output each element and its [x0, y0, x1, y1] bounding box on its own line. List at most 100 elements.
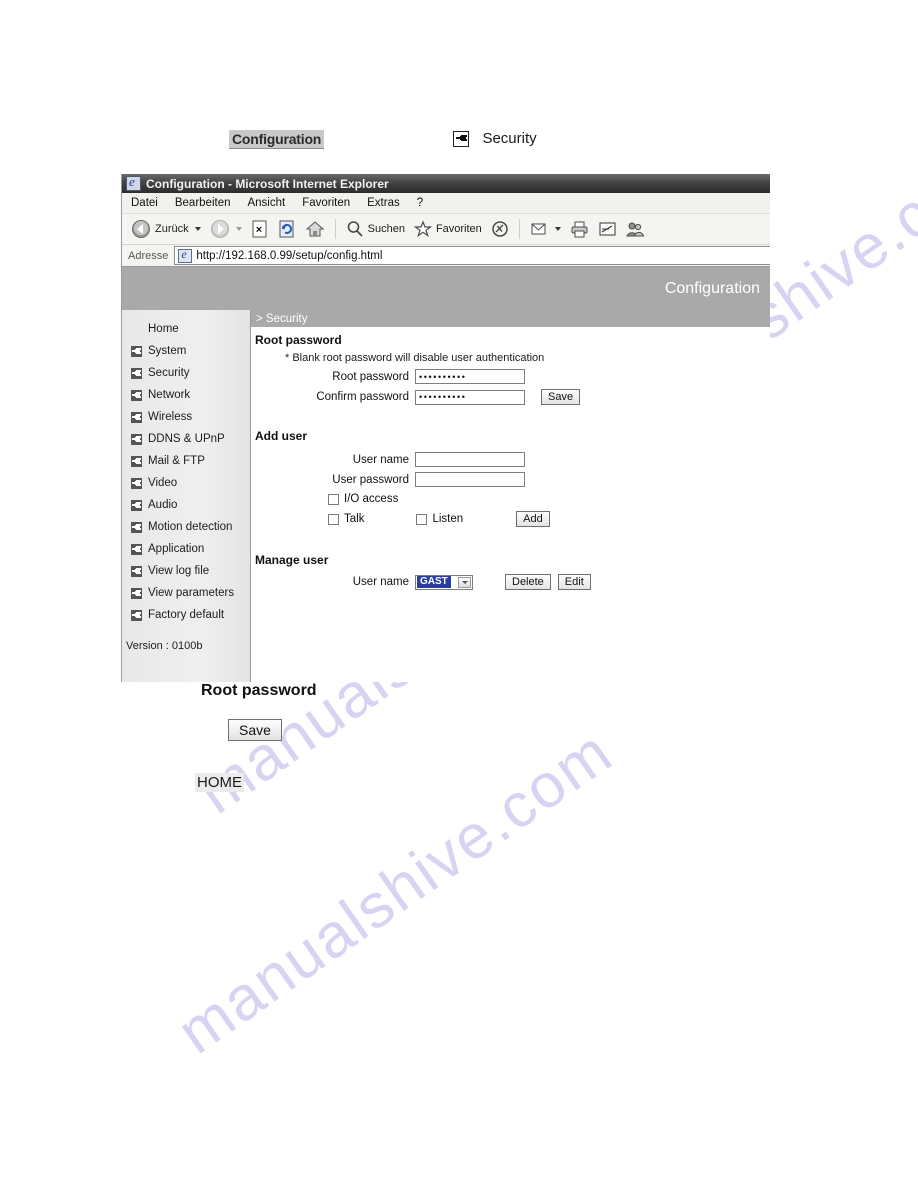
refresh-button[interactable]: [275, 219, 299, 239]
sidebar-item-label: View parameters: [148, 587, 235, 599]
sidebar-item-label: Motion detection: [148, 521, 233, 533]
sidebar-item-factory-default[interactable]: Factory default: [122, 604, 250, 626]
sidebar-item-application[interactable]: Application: [122, 538, 250, 560]
breadcrumb-label: > Security: [256, 312, 308, 325]
add-user-password-row: User password: [251, 472, 770, 487]
manage-user-row: User name GAST Delete Edit: [251, 574, 770, 590]
edit-icon: [599, 222, 616, 236]
add-user-name-label: User name: [352, 453, 409, 466]
add-user-password-label: User password: [332, 473, 409, 486]
menu-item-extras[interactable]: Extras: [367, 197, 400, 209]
arrow-right-icon: [131, 499, 142, 511]
stop-icon: ×: [252, 220, 267, 238]
stop-button[interactable]: ×: [248, 219, 272, 239]
sidebar-item-label: Video: [148, 477, 178, 489]
manage-user-name-label: User name: [352, 576, 409, 588]
menu-item-bearbeiten[interactable]: Bearbeiten: [175, 197, 231, 209]
menu-item-ansicht[interactable]: Ansicht: [247, 197, 285, 209]
browser-menubar: Datei Bearbeiten Ansicht Favoriten Extra…: [122, 193, 770, 214]
favorites-button[interactable]: Favoriten: [411, 219, 485, 239]
sidebar-item-label: Wireless: [148, 411, 193, 423]
sidebar-item-motion-detection[interactable]: Motion detection: [122, 516, 250, 538]
menu-item-datei[interactable]: Datei: [131, 197, 158, 209]
root-password-heading: Root password: [255, 333, 342, 347]
save-root-password-button[interactable]: Save: [541, 389, 581, 405]
below-root-password-heading: Root password: [201, 682, 317, 699]
add-user-name-input[interactable]: [415, 452, 525, 467]
sidebar-item-audio[interactable]: Audio: [122, 494, 250, 516]
sidebar-item-system[interactable]: System: [122, 340, 250, 362]
talk-checkbox[interactable]: [328, 513, 339, 525]
arrow-right-icon: [131, 565, 142, 577]
sidebar-item-wireless[interactable]: Wireless: [122, 406, 250, 428]
arrow-right-icon: [131, 389, 142, 401]
print-button[interactable]: [567, 220, 592, 239]
search-button[interactable]: Suchen: [343, 219, 408, 239]
add-user-heading: Add user: [255, 429, 308, 443]
media-button[interactable]: [488, 219, 512, 239]
back-button[interactable]: Zurück: [128, 218, 204, 240]
sidebar-item-mail-ftp[interactable]: Mail & FTP: [122, 450, 250, 472]
menu-item-favoriten[interactable]: Favoriten: [302, 197, 350, 209]
annotation-security-link: Security: [453, 130, 537, 148]
home-icon: [305, 221, 324, 237]
add-user-button[interactable]: Add: [516, 511, 550, 527]
manage-user-heading: Manage user: [255, 553, 329, 567]
svg-text:×: ×: [255, 224, 261, 236]
edit-user-button[interactable]: Edit: [557, 574, 591, 590]
messenger-icon: [626, 222, 644, 236]
arrow-right-icon: [453, 130, 469, 147]
browser-addressbar: Adresse http://192.168.0.99/setup/config…: [122, 245, 770, 267]
chevron-down-icon[interactable]: [554, 227, 561, 231]
configuration-highlight-label: Configuration: [229, 130, 325, 149]
arrow-right-icon: [131, 609, 142, 621]
sidebar-item-label: View log file: [148, 565, 210, 577]
security-annotation-label: Security: [482, 130, 537, 148]
arrow-right-icon: [131, 521, 142, 533]
sidebar-item-ddns-upnp[interactable]: DDNS & UPnP: [122, 428, 250, 450]
manage-user-select[interactable]: GAST: [415, 574, 473, 590]
favorites-button-label: Favoriten: [435, 223, 482, 235]
menu-item-help[interactable]: ?: [417, 197, 423, 209]
page-title: Configuration: [664, 279, 760, 297]
forward-button[interactable]: [207, 218, 245, 240]
chevron-down-icon[interactable]: [194, 227, 201, 231]
listen-checkbox[interactable]: [416, 513, 428, 525]
sidebar-item-label: DDNS & UPnP: [148, 433, 225, 445]
below-save-button[interactable]: Save: [228, 719, 282, 741]
address-label: Adresse: [128, 249, 169, 262]
sidebar-item-home[interactable]: Home: [122, 318, 250, 340]
messenger-button[interactable]: [623, 220, 648, 239]
add-user-name-row: User name: [251, 452, 770, 467]
add-user-password-input[interactable]: [415, 472, 525, 487]
root-password-input[interactable]: ••••••••••: [415, 369, 525, 384]
chevron-down-icon[interactable]: [235, 227, 242, 231]
address-input[interactable]: http://192.168.0.99/setup/config.html: [174, 246, 770, 265]
mail-button[interactable]: [527, 220, 564, 238]
sidebar-item-view-log-file[interactable]: View log file: [122, 560, 250, 582]
confirm-password-input[interactable]: ••••••••••: [415, 389, 525, 405]
listen-label: Listen: [432, 513, 464, 525]
sidebar-item-security[interactable]: Security: [122, 362, 250, 384]
sidebar-item-label: Security: [148, 367, 190, 379]
delete-user-button[interactable]: Delete: [505, 574, 551, 590]
talk-listen-row: Talk Listen Add: [251, 511, 770, 527]
edit-button[interactable]: [595, 220, 620, 238]
toolbar-divider: [334, 219, 336, 239]
below-home-tag: HOME: [195, 773, 244, 792]
arrow-right-icon: [131, 477, 142, 489]
sidebar-item-label: Audio: [148, 499, 178, 511]
arrow-right-icon: [131, 345, 142, 357]
search-button-label: Suchen: [367, 223, 405, 235]
sidebar-item-label: Mail & FTP: [148, 455, 205, 467]
sidebar-item-view-parameters[interactable]: View parameters: [122, 582, 250, 604]
confirm-password-label: Confirm password: [316, 391, 409, 403]
home-button[interactable]: [302, 219, 328, 239]
annotation-configuration-highlight: Configuration: [229, 130, 325, 149]
sidebar-item-network[interactable]: Network: [122, 384, 250, 406]
chevron-down-icon[interactable]: [458, 576, 471, 588]
io-access-checkbox[interactable]: [328, 493, 339, 505]
sidebar-item-video[interactable]: Video: [122, 472, 250, 494]
arrow-right-icon: [131, 411, 142, 423]
arrow-right-icon: [131, 455, 142, 467]
